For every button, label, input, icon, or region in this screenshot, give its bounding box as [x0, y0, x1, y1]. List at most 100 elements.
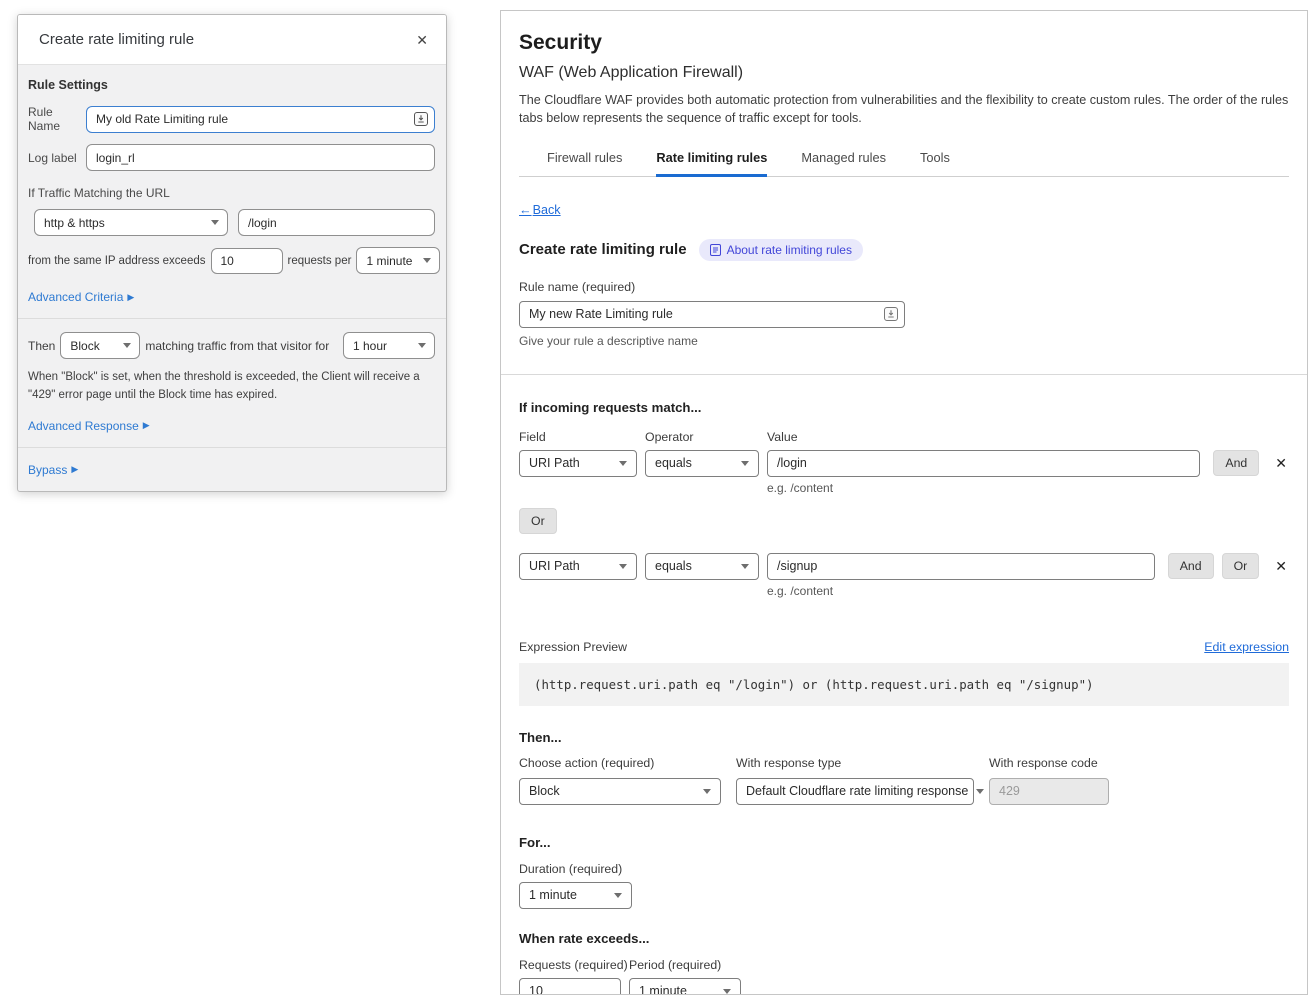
expression-preview: (http.request.uri.path eq "/login") or (…: [519, 663, 1289, 706]
or-connector-button[interactable]: Or: [519, 508, 557, 534]
operator-select[interactable]: equals: [645, 450, 759, 477]
rule-name-input[interactable]: [519, 301, 905, 328]
tab-managed-rules[interactable]: Managed rules: [801, 150, 886, 177]
traffic-match-heading: If Traffic Matching the URL: [28, 186, 435, 200]
action-select[interactable]: Block: [519, 778, 721, 805]
chevron-down-icon: [418, 343, 426, 348]
field-select-value: URI Path: [529, 456, 580, 470]
expression-preview-label: Expression Preview: [519, 640, 627, 654]
response-type-select[interactable]: Default Cloudflare rate limiting respons…: [736, 778, 974, 805]
disclosure-arrow-icon: ▶: [127, 293, 134, 302]
block-duration-value: 1 hour: [353, 339, 387, 353]
chevron-down-icon: [703, 789, 711, 794]
operator-column-label: Operator: [645, 430, 759, 444]
value-input[interactable]: [767, 450, 1200, 477]
url-input[interactable]: [238, 209, 435, 236]
choose-action-label: Choose action (required): [519, 756, 721, 770]
log-label-input[interactable]: [86, 144, 435, 171]
duration-select-value: 1 minute: [529, 888, 577, 902]
waf-panel: Security WAF (Web Application Firewall) …: [500, 10, 1308, 995]
close-icon[interactable]: ✕: [412, 29, 432, 51]
tab-firewall-rules[interactable]: Firewall rules: [547, 150, 622, 177]
advanced-response-link[interactable]: Advanced Response ▶: [28, 419, 150, 433]
field-select[interactable]: URI Path: [519, 450, 637, 477]
field-select-value: URI Path: [529, 559, 580, 573]
back-link[interactable]: ← Back: [519, 203, 561, 217]
legacy-rate-limit-dialog: Create rate limiting rule ✕ Rule Setting…: [17, 14, 447, 492]
page-title: Security: [519, 31, 1289, 55]
action-select[interactable]: Block: [60, 332, 140, 359]
back-arrow-icon: ←: [519, 203, 532, 217]
response-code-label: With response code: [989, 756, 1109, 770]
back-label: Back: [533, 203, 561, 217]
dialog-title: Create rate limiting rule: [39, 31, 194, 48]
scheme-select-value: http & https: [44, 216, 105, 230]
edit-expression-link[interactable]: Edit expression: [1204, 640, 1289, 654]
page-subtitle: WAF (Web Application Firewall): [519, 64, 1289, 82]
chevron-down-icon: [423, 258, 431, 263]
tab-tools[interactable]: Tools: [920, 150, 950, 177]
then-middle-text: matching traffic from that visitor for: [145, 339, 329, 353]
then-label: Then: [28, 339, 55, 353]
then-section-title: Then...: [519, 730, 1289, 745]
operator-select[interactable]: equals: [645, 553, 759, 580]
about-rate-limiting-badge[interactable]: About rate limiting rules: [699, 239, 863, 261]
field-select[interactable]: URI Path: [519, 553, 637, 580]
field-column-label: Field: [519, 430, 637, 444]
for-section-title: For...: [519, 835, 1289, 850]
requests-input[interactable]: [211, 248, 283, 274]
operator-select-value: equals: [655, 456, 692, 470]
value-hint: e.g. /content: [767, 584, 1289, 598]
page: Create rate limiting rule ✕ Rule Setting…: [0, 0, 1316, 1003]
remove-condition-icon[interactable]: ✕: [1273, 455, 1289, 472]
rule-name-label: Rule Name: [28, 105, 86, 133]
duration-label: Duration (required): [519, 862, 1289, 876]
rate-section-title: When rate exceeds...: [519, 931, 1289, 946]
rule-name-hint: Give your rule a descriptive name: [519, 334, 1289, 348]
rule-name-label: Rule name (required): [519, 280, 1289, 294]
exceeds-prefix-text: from the same IP address exceeds: [28, 255, 206, 267]
chevron-down-icon: [976, 789, 984, 794]
bypass-label: Bypass: [28, 463, 67, 477]
remove-condition-icon[interactable]: ✕: [1273, 558, 1289, 575]
or-button[interactable]: Or: [1222, 553, 1260, 579]
value-hint: e.g. /content: [767, 481, 1289, 495]
divider: [501, 374, 1307, 375]
value-input[interactable]: [767, 553, 1155, 580]
chevron-down-icon: [741, 564, 749, 569]
chevron-down-icon: [614, 893, 622, 898]
disclosure-arrow-icon: ▶: [71, 465, 78, 474]
and-button[interactable]: And: [1213, 450, 1259, 476]
disclosure-arrow-icon: ▶: [143, 421, 150, 430]
clipboard-icon[interactable]: [414, 112, 428, 126]
duration-select[interactable]: 1 minute: [519, 882, 632, 909]
advanced-criteria-link[interactable]: Advanced Criteria ▶: [28, 290, 134, 304]
chevron-down-icon: [211, 220, 219, 225]
rate-period-value: 1 minute: [639, 984, 687, 995]
match-section-title: If incoming requests match...: [519, 400, 1289, 415]
condition-row: URI Path equals And Or ✕: [519, 553, 1289, 580]
period-label: Period (required): [629, 958, 721, 972]
requests-input[interactable]: [519, 978, 621, 996]
advanced-criteria-label: Advanced Criteria: [28, 290, 123, 304]
action-select-value: Block: [529, 784, 560, 798]
dialog-footer: Cancel Save as Draft: [18, 491, 446, 492]
rate-period-select[interactable]: 1 minute: [629, 978, 741, 996]
dialog-header: Create rate limiting rule ✕: [18, 15, 446, 65]
period-select[interactable]: 1 minute: [356, 247, 440, 274]
block-duration-select[interactable]: 1 hour: [343, 332, 435, 359]
rule-name-input[interactable]: [86, 106, 435, 133]
document-icon: [710, 244, 721, 256]
chevron-down-icon: [123, 343, 131, 348]
exceeds-suffix-text: requests per: [288, 255, 352, 267]
requests-label: Requests (required): [519, 958, 629, 972]
and-button[interactable]: And: [1168, 553, 1214, 579]
scheme-select[interactable]: http & https: [34, 209, 228, 236]
log-label-label: Log label: [28, 151, 86, 165]
tab-bar: Firewall rules Rate limiting rules Manag…: [547, 150, 1289, 177]
value-column-label: Value: [767, 430, 798, 444]
clipboard-icon[interactable]: [884, 307, 898, 321]
tab-rate-limiting-rules[interactable]: Rate limiting rules: [656, 150, 767, 177]
block-note: When "Block" is set, when the threshold …: [28, 369, 420, 405]
bypass-link[interactable]: Bypass ▶: [28, 463, 78, 477]
